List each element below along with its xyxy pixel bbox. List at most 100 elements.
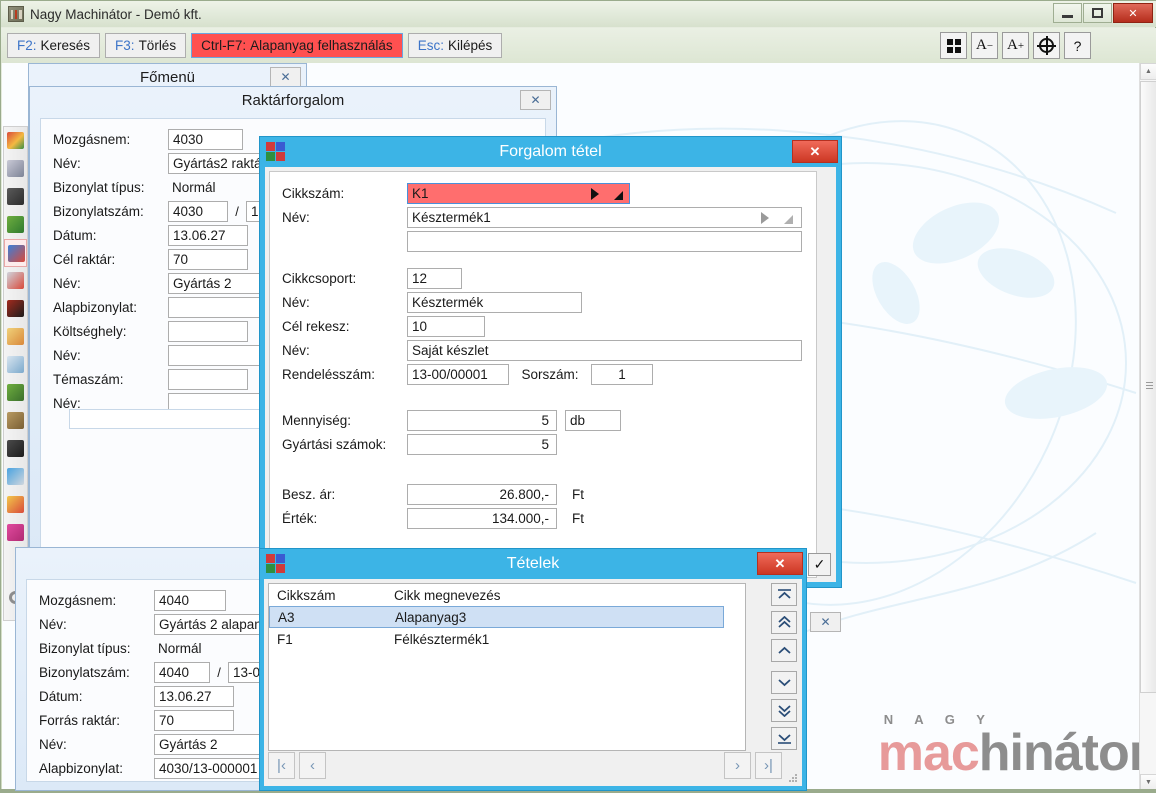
item-dialog-close-button[interactable]: ✕ [792,140,838,163]
rail-icon-6[interactable] [4,267,27,295]
item-dialog-titlebar: Forgalom tétel ✕ [260,137,841,167]
label-b-bizonylatszam: Bizonylatszám: [39,664,130,680]
rail-icon-8[interactable] [4,323,27,351]
next-record-icon[interactable] [771,671,797,694]
item-dialog-panel: Cikkszám: K1 Név: Késztermék1 Cikkcsopor… [269,171,817,578]
resize-grip-icon[interactable] [788,773,798,783]
pager-next-button[interactable]: › [724,752,751,779]
input-b-bizonylatszam-prefix[interactable]: 4040 [154,661,210,683]
grid-view-icon[interactable] [940,32,967,59]
confirm-button[interactable]: ✓ [808,553,831,576]
target-icon[interactable] [1033,32,1060,59]
title-bar: Nagy Machinátor - Demó kft. ✕ [1,1,1156,27]
table-row[interactable]: F1 Félkésztermék1 [269,628,745,650]
label-b-nev2: Név: [39,736,67,752]
input-item-nev1-extra[interactable] [407,230,802,252]
input-item-nev3[interactable]: Saját készlet [407,339,802,361]
fkey-ctrlf7-label: Alapanyag felhasználás [250,38,393,53]
input-item-nev1[interactable]: Késztermék1 [407,206,802,228]
background-window-close-button[interactable]: ✕ [810,612,841,632]
maximize-button[interactable] [1083,3,1112,23]
resize-corner-icon[interactable] [614,190,623,200]
close-button[interactable]: ✕ [1113,3,1153,23]
input-koltseghely[interactable] [168,320,248,342]
rail-icon-12[interactable] [4,435,27,463]
label-cel-rekesz: Cél rekesz: [282,318,350,334]
input-temaszam[interactable] [168,368,248,390]
pager-first-button[interactable]: |‹ [268,752,295,779]
input-ertek[interactable]: 134.000,- [407,507,557,529]
dropdown-play-icon[interactable] [761,211,769,224]
fkey-f2-search[interactable]: F2: Keresés [7,33,101,58]
warehouse-top-close-button[interactable]: ✕ [520,90,551,110]
input-besz-ar[interactable]: 26.800,- [407,483,557,505]
watermark-main-text: machinátor [878,727,1149,779]
rail-icon-15[interactable] [4,519,27,547]
items-table[interactable]: Cikkszám Cikk megnevezés A3 Alapanyag3 F… [268,583,746,751]
help-icon[interactable]: ? [1064,32,1091,59]
input-b-mozgasnem[interactable]: 4040 [154,589,226,611]
scrollbar-thumb[interactable] [1140,81,1156,693]
first-record-icon[interactable] [771,583,797,606]
input-gyartasi-szamok[interactable]: 5 [407,433,557,455]
page-down-icon[interactable] [771,699,797,722]
minimize-button[interactable] [1053,3,1082,23]
rail-icon-13[interactable] [4,463,27,491]
input-datum[interactable]: 13.06.27 [168,224,248,246]
label-ertek: Érték: [282,510,318,526]
row-gyartasi-szamok: Gyártási számok: 5 [282,432,816,456]
input-rendelesszam[interactable]: 13-00/00001 [407,363,509,385]
label-mennyiseg: Mennyiség: [282,412,352,428]
fkey-f3-delete[interactable]: F3: Törlés [105,33,187,58]
cell-cikkszam: F1 [277,631,293,647]
rail-icon-5-selected[interactable] [4,239,27,267]
mainmenu-close-button[interactable]: ✕ [270,67,301,87]
resize-corner-icon[interactable] [784,214,793,224]
label-b-bizonylat-tipus: Bizonylat típus: [39,640,131,656]
fkey-ctrlf7-material-usage[interactable]: Ctrl-F7: Alapanyag felhasználás [191,33,403,58]
rail-icon-4[interactable] [4,211,27,239]
dropdown-play-icon[interactable] [591,187,599,200]
rail-icon-10[interactable] [4,379,27,407]
rail-icon-7[interactable] [4,295,27,323]
rail-icon-9[interactable] [4,351,27,379]
warehouse-top-title: Raktárforgalom [241,92,345,109]
label-item-nev1: Név: [282,209,310,225]
row-cikkcsoport: Cikkcsoport: 12 [282,266,816,290]
rail-icon-2[interactable] [4,155,27,183]
label-mozgasnem: Mozgásnem: [53,131,131,147]
pager-prev-button[interactable]: ‹ [299,752,326,779]
input-sorszam[interactable]: 1 [591,363,653,385]
fkey-esc-exit[interactable]: Esc: Kilépés [407,33,503,58]
rail-icon-3[interactable] [4,183,27,211]
rail-icon-14[interactable] [4,491,27,519]
input-b-forras-raktar[interactable]: 70 [154,709,234,731]
items-window-titlebar: Tételek ✕ [260,549,806,579]
input-b-datum[interactable]: 13.06.27 [154,685,234,707]
label-alapbizonylat: Alapbizonylat: [53,299,138,315]
input-item-nev2[interactable]: Késztermék [407,291,582,313]
table-row[interactable]: A3 Alapanyag3 [269,606,724,628]
brand-watermark: N A G Y machinátor [878,712,1149,779]
font-increase-icon[interactable]: A + [1002,32,1029,59]
rail-icon-1[interactable] [4,127,27,155]
font-decrease-icon[interactable]: A − [971,32,998,59]
last-record-icon[interactable] [771,727,797,750]
mdi-vertical-scrollbar[interactable]: ▲ ▼ [1139,63,1156,791]
input-cikkcsoport[interactable]: 12 [407,267,462,289]
row-nev1: Név: Késztermék1 [282,205,816,229]
input-mennyiseg-unit[interactable]: db [565,409,621,431]
page-up-icon[interactable] [771,611,797,634]
row-mennyiseg: Mennyiség: 5 db [282,408,816,432]
rail-icon-11[interactable] [4,407,27,435]
input-mennyiseg[interactable]: 5 [407,409,557,431]
input-bizonylatszam-prefix[interactable]: 4030 [168,200,228,222]
items-window-close-button[interactable]: ✕ [757,552,803,575]
pager-last-button[interactable]: ›| [755,752,782,779]
previous-record-icon[interactable] [771,639,797,662]
input-mozgasnem[interactable]: 4030 [168,128,243,150]
input-cel-raktar[interactable]: 70 [168,248,248,270]
input-cikkszam[interactable]: K1 [407,182,630,204]
input-cel-rekesz[interactable]: 10 [407,315,485,337]
scroll-up-arrow-icon[interactable]: ▲ [1140,63,1156,80]
